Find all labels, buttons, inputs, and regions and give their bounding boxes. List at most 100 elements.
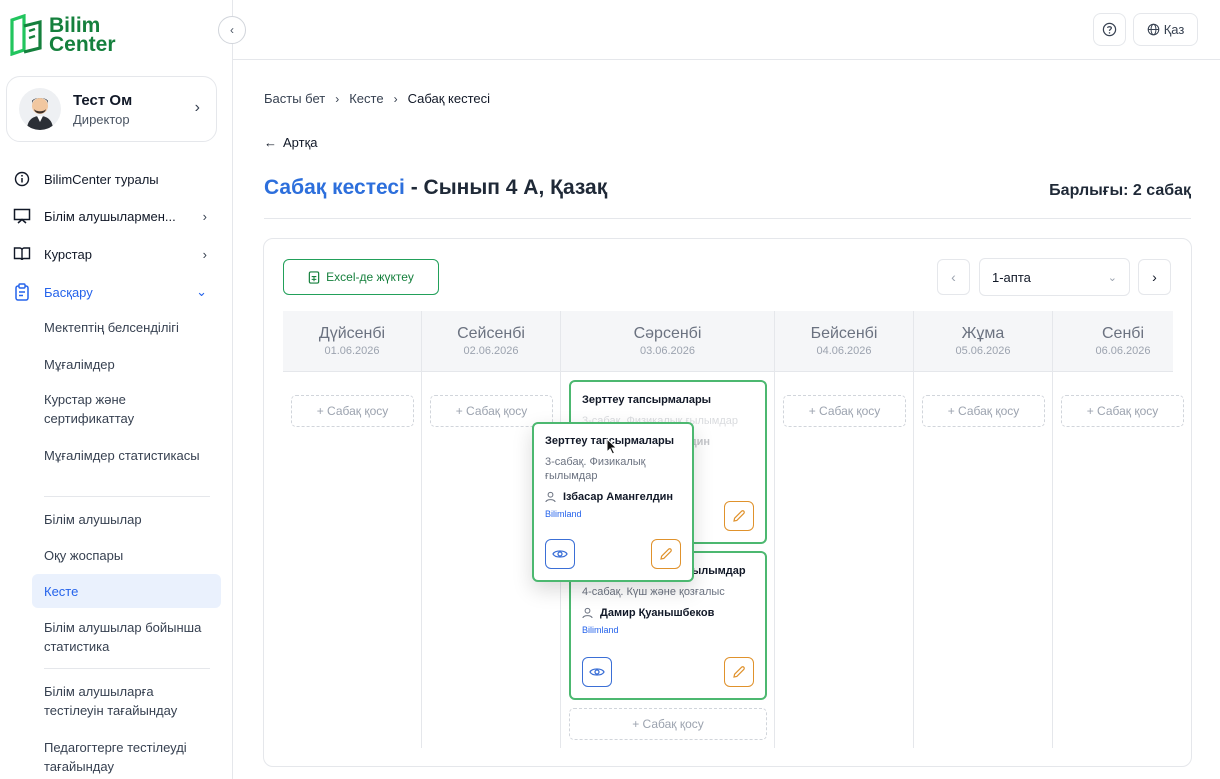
sidebar-item-label: Курстар <box>44 246 92 262</box>
add-lesson-button[interactable]: + Сабақ қосу <box>922 395 1045 427</box>
sidebar-sub-student-stats[interactable]: Білім алушылар бойынша статистика <box>44 618 214 656</box>
sidebar-item-label: BilimCenter туралы <box>44 171 159 187</box>
edit-lesson-button[interactable] <box>724 501 754 531</box>
pencil-icon <box>660 548 672 560</box>
breadcrumb-schedule[interactable]: Кесте <box>349 91 383 106</box>
day-date: 05.06.2026 <box>955 345 1011 357</box>
sidebar-sub-schedule[interactable]: Кесте <box>32 574 221 608</box>
lesson-provider: Bilimland <box>545 509 582 519</box>
back-link[interactable]: ← Артқа <box>264 135 318 150</box>
sidebar-item-management[interactable]: Басқару ⌄ <box>0 274 233 310</box>
sidebar-item-label: Басқару <box>44 284 93 300</box>
page-title-rest: - Сынып 4 А, Қазақ <box>404 176 608 199</box>
total-lessons: Барлығы: 2 сабақ <box>1049 182 1191 199</box>
topbar: Қаз <box>233 0 1220 60</box>
chevron-right-icon: › <box>1152 269 1157 285</box>
language-label: Қаз <box>1163 22 1185 37</box>
sidebar-sub-assign-teacher-tests[interactable]: Педагогтерге тестілеуді тағайындау <box>44 738 214 776</box>
page-title: Сабақ кестесі - Сынып 4 А, Қазақ <box>264 176 607 200</box>
info-icon <box>12 169 32 189</box>
day-name: Сейсенбі <box>457 325 525 342</box>
chevron-down-icon: ⌄ <box>196 284 207 299</box>
globe-icon <box>1147 23 1159 36</box>
edit-lesson-button[interactable] <box>651 539 681 569</box>
sidebar-item-students-work[interactable]: Білім алушылармен... › <box>0 198 233 234</box>
day-column-friday: Жұма 05.06.2026 + Сабақ қосу <box>914 311 1053 748</box>
back-label: Артқа <box>283 135 318 150</box>
day-date: 04.06.2026 <box>816 345 872 357</box>
view-lesson-button[interactable] <box>545 539 575 569</box>
day-column-monday: Дүйсенбі 01.06.2026 + Сабақ қосу <box>283 311 422 748</box>
breadcrumb-home[interactable]: Басты бет <box>264 91 325 106</box>
day-name: Дүйсенбі <box>318 325 386 342</box>
page-title-highlight: Сабақ кестесі <box>264 176 405 199</box>
arrow-left-icon: ← <box>264 135 277 150</box>
excel-icon <box>308 270 320 284</box>
view-lesson-button[interactable] <box>582 657 612 687</box>
day-date: 03.06.2026 <box>639 345 696 357</box>
lesson-provider: Bilimland <box>582 625 619 635</box>
day-name: Сенбі <box>1101 325 1144 342</box>
chevron-right-icon: › <box>335 91 340 106</box>
add-lesson-button[interactable]: + Сабақ қосу <box>291 395 414 427</box>
excel-label: Excel-де жүктеу <box>326 270 414 284</box>
collapse-sidebar-button[interactable]: ‹ <box>218 16 246 44</box>
sidebar-sub-school-activity[interactable]: Мектептің белсенділігі <box>44 318 214 337</box>
logo-text: Bilim Center <box>49 14 116 56</box>
divider <box>264 218 1191 219</box>
divider <box>44 496 210 497</box>
excel-download-button[interactable]: Excel-де жүктеу <box>283 259 439 295</box>
day-date: 06.06.2026 <box>1095 345 1151 357</box>
sidebar-sub-teachers[interactable]: Мұғалімдер <box>44 355 214 374</box>
sidebar-item-courses[interactable]: Курстар › <box>0 236 233 272</box>
add-lesson-button[interactable]: + Сабақ қосу <box>569 708 767 740</box>
sidebar-sub-assign-student-tests[interactable]: Білім алушыларға тестілеуін тағайындау <box>44 682 214 720</box>
logo[interactable]: Bilim Center <box>9 13 116 57</box>
user-icon <box>545 491 556 503</box>
language-button[interactable]: Қаз <box>1133 13 1198 46</box>
sidebar-item-label: Білім алушылармен... <box>44 208 176 224</box>
clipboard-icon <box>12 282 32 302</box>
day-name: Жұма <box>961 325 1005 342</box>
sidebar-sub-courses-certification[interactable]: Курстар және сертификаттау <box>44 390 214 428</box>
day-name: Бейсенбі <box>810 325 878 342</box>
screen-icon <box>12 206 32 226</box>
add-lesson-button[interactable]: + Сабақ қосу <box>783 395 906 427</box>
eye-icon <box>552 550 568 558</box>
edit-lesson-button[interactable] <box>724 657 754 687</box>
chevron-right-icon: › <box>393 91 398 106</box>
sidebar-sub-teacher-stats[interactable]: Мұғалімдер статистикасы <box>44 446 214 465</box>
add-lesson-button[interactable]: + Сабақ қосу <box>1061 395 1184 427</box>
chevron-right-icon: › <box>202 246 207 262</box>
sidebar-sub-curriculum[interactable]: Оқу жоспары <box>44 546 214 565</box>
chevron-left-icon: ‹ <box>230 23 234 37</box>
profile-role: Директор <box>73 111 130 127</box>
sidebar: Bilim Center Тест Ом Директор › BilimCen… <box>0 0 233 779</box>
sidebar-sub-students[interactable]: Білім алушылар <box>44 510 214 529</box>
day-date: 02.06.2026 <box>463 345 519 357</box>
day-column-thursday: Бейсенбі 04.06.2026 + Сабақ қосу <box>775 311 914 748</box>
avatar <box>19 88 61 130</box>
mouse-cursor-icon <box>606 437 618 460</box>
chevron-left-icon: ‹ <box>951 269 956 285</box>
help-button[interactable] <box>1093 13 1126 46</box>
profile-card[interactable]: Тест Ом Директор › <box>6 76 217 142</box>
user-icon <box>582 607 593 619</box>
pencil-icon <box>733 666 745 678</box>
chevron-down-icon: ⌄ <box>1107 271 1117 284</box>
breadcrumb-current: Сабақ кестесі <box>407 91 491 106</box>
lesson-teacher: Ізбасар Амангелдин <box>545 491 681 503</box>
day-column-saturday: Сенбі 06.06.2026 + Сабақ қосу <box>1053 311 1191 748</box>
logo-icon <box>9 13 43 57</box>
prev-week-button[interactable]: ‹ <box>937 259 970 295</box>
chevron-right-icon: › <box>202 208 207 224</box>
week-select-value: 1-апта <box>992 269 1031 285</box>
lesson-teacher: Дамир Қуанышбеков <box>582 607 754 619</box>
week-select[interactable]: 1-апта ⌄ <box>979 258 1130 296</box>
book-icon <box>12 244 32 264</box>
sidebar-item-about[interactable]: BilimCenter туралы <box>0 161 233 197</box>
divider <box>44 668 210 669</box>
day-date: 01.06.2026 <box>324 345 380 357</box>
day-name: Сәрсенбі <box>633 325 702 342</box>
next-week-button[interactable]: › <box>1138 259 1171 295</box>
